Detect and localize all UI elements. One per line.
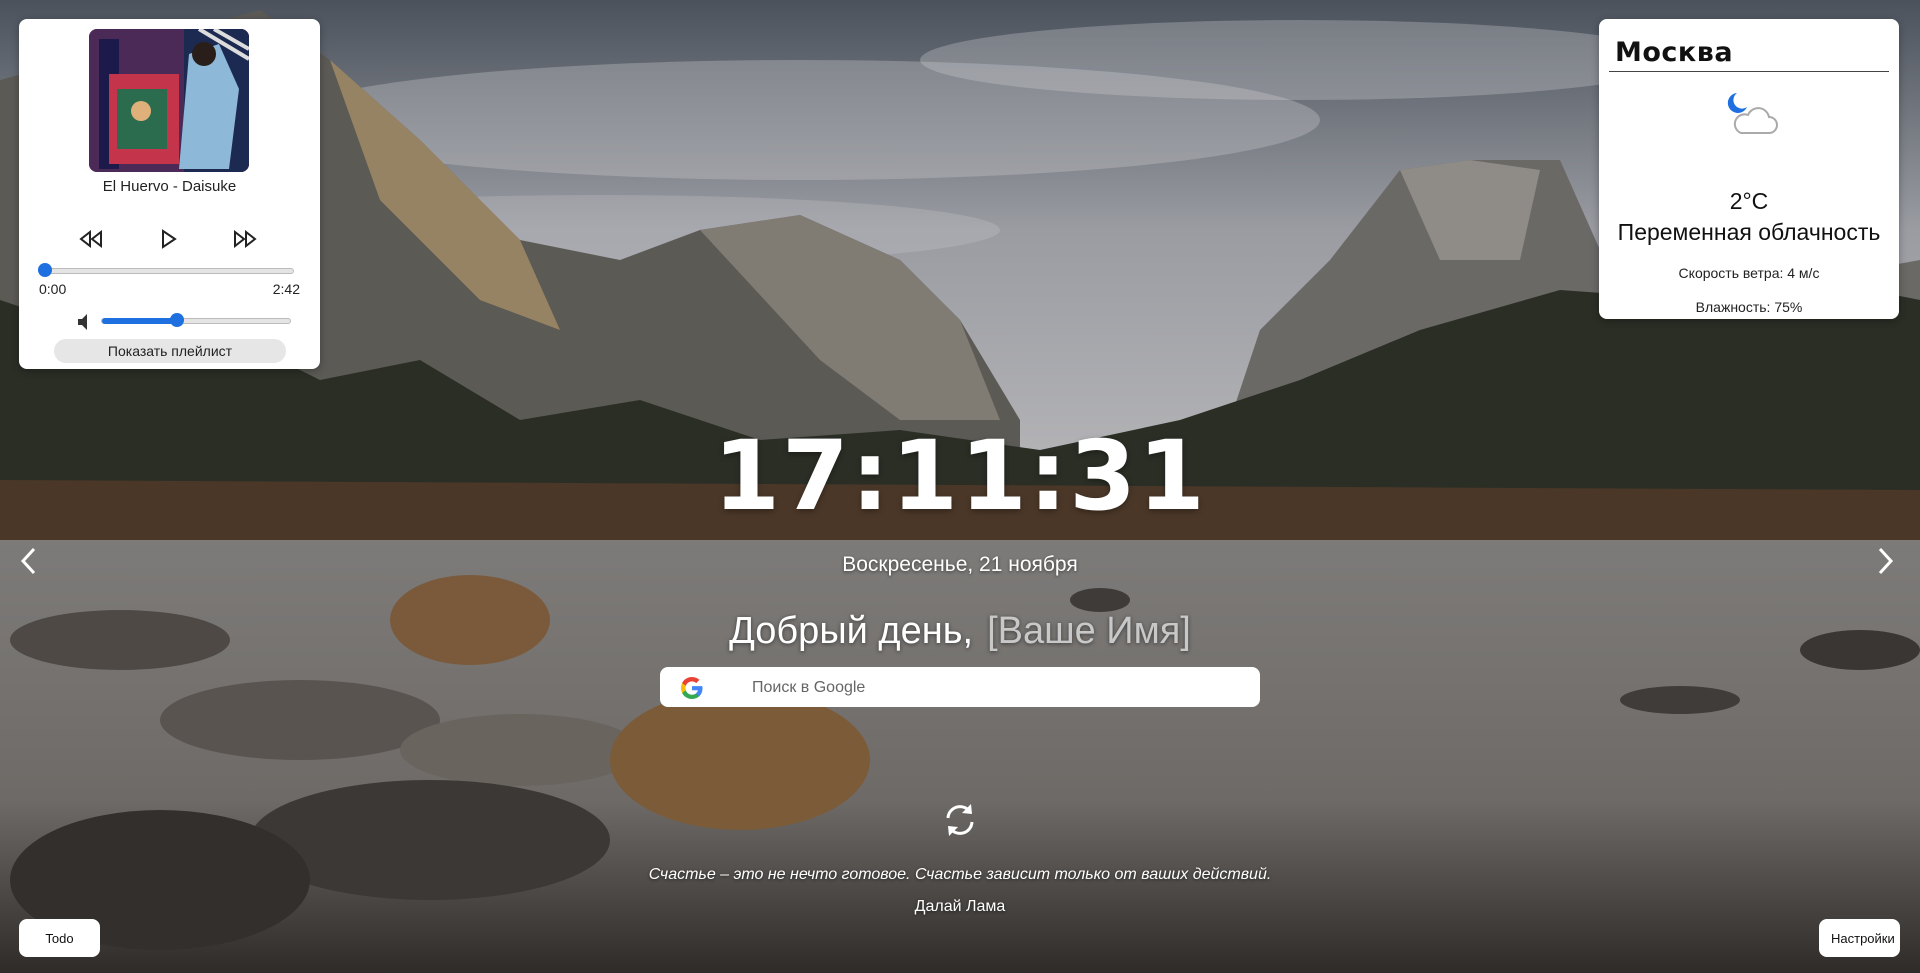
rewind-button[interactable] (76, 224, 106, 254)
play-icon (162, 229, 177, 249)
refresh-quote-button[interactable] (940, 800, 980, 840)
quote-text: Счастье – это не нечто готовое. Счастье … (648, 866, 1272, 883)
divider (1609, 71, 1889, 72)
volume-fill (102, 318, 178, 324)
weather-wind: Скорость ветра: 4 м/с (1678, 265, 1820, 281)
fast-forward-icon (234, 230, 257, 248)
weather-temperature: 2°C (1729, 188, 1769, 214)
todo-button[interactable]: Todo (19, 919, 100, 957)
show-playlist-button[interactable]: Показать плейлист (54, 339, 286, 363)
album-cover (89, 29, 249, 172)
duration: 2:42 (272, 281, 300, 297)
volume-slider[interactable] (101, 313, 291, 327)
google-search-bar (660, 667, 1260, 709)
settings-button[interactable]: Настройки (1819, 919, 1900, 957)
progress-thumb[interactable] (38, 263, 52, 277)
weather-city: Москва (1615, 37, 1734, 68)
fast-forward-button[interactable] (230, 224, 260, 254)
progress-slider[interactable] (38, 263, 294, 277)
rewind-icon (79, 230, 102, 248)
weather-panel: Москва 2°C Переменная облачность Скорост… (1599, 19, 1899, 319)
play-button[interactable] (154, 224, 184, 254)
music-player-panel: El Huervo - Daisuke 0:00 2:42 Показать п… (19, 19, 320, 369)
weather-description: Переменная облачность (1617, 219, 1881, 245)
volume-icon (78, 314, 87, 330)
clock: 17:11:31 (713, 420, 1207, 532)
volume-button[interactable] (75, 311, 97, 333)
night-partly-cloudy-icon (1727, 93, 1778, 134)
greeting-text: Добрый день, (729, 610, 974, 652)
greeting: Добрый день, [Ваше Имя] (0, 610, 1920, 653)
current-time: 0:00 (39, 281, 67, 297)
volume-thumb[interactable] (170, 313, 185, 327)
refresh-icon (946, 804, 974, 836)
weather-humidity: Влажность: 75% (1695, 299, 1803, 315)
google-icon (681, 677, 703, 699)
track-title: El Huervo - Daisuke (102, 178, 237, 195)
search-input[interactable] (750, 667, 1244, 709)
date: Воскресенье, 21 ноября (842, 553, 1078, 576)
quote-author: Далай Лама (914, 898, 1006, 915)
user-name-field[interactable]: [Ваше Имя] (987, 610, 1191, 652)
